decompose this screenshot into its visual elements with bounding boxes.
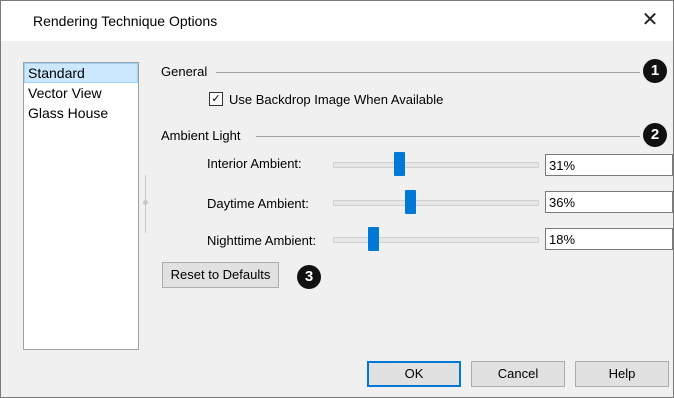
interior-ambient-field[interactable]: 31% — [545, 154, 673, 176]
close-icon[interactable]: ✕ — [637, 7, 663, 33]
title-bar: Rendering Technique Options ✕ — [1, 1, 673, 41]
dialog-title: Rendering Technique Options — [33, 13, 218, 29]
check-icon: ✓ — [211, 93, 221, 105]
callout-badge-1: 1 — [643, 59, 667, 83]
ambient-group-label: Ambient Light — [161, 128, 241, 143]
splitter-grip — [143, 200, 148, 205]
interior-ambient-slider-thumb[interactable] — [394, 152, 405, 176]
nighttime-ambient-field[interactable]: 18% — [545, 228, 673, 250]
nighttime-ambient-label: Nighttime Ambient: — [207, 233, 317, 248]
backdrop-checkbox[interactable]: ✓ — [209, 92, 223, 106]
ambient-group-divider — [256, 136, 640, 137]
cancel-button[interactable]: Cancel — [471, 361, 565, 387]
technique-list[interactable]: Standard Vector View Glass House — [23, 62, 139, 350]
help-button[interactable]: Help — [575, 361, 669, 387]
daytime-ambient-slider-thumb[interactable] — [405, 190, 416, 214]
callout-badge-2: 2 — [643, 123, 667, 147]
nighttime-ambient-slider-track[interactable] — [333, 237, 539, 243]
list-item-vector-view[interactable]: Vector View — [24, 83, 138, 103]
interior-ambient-label: Interior Ambient: — [207, 156, 302, 171]
list-item-glass-house[interactable]: Glass House — [24, 103, 138, 123]
daytime-ambient-field[interactable]: 36% — [545, 191, 673, 213]
general-group-divider — [216, 72, 640, 73]
rendering-technique-dialog: Rendering Technique Options ✕ Standard V… — [0, 0, 674, 398]
list-item-standard[interactable]: Standard — [24, 63, 138, 83]
backdrop-checkbox-label[interactable]: Use Backdrop Image When Available — [229, 92, 443, 107]
reset-to-defaults-button[interactable]: Reset to Defaults — [162, 262, 279, 288]
nighttime-ambient-slider-thumb[interactable] — [368, 227, 379, 251]
general-group-label: General — [161, 64, 208, 79]
callout-badge-3: 3 — [297, 265, 321, 289]
daytime-ambient-label: Daytime Ambient: — [207, 196, 309, 211]
ok-button[interactable]: OK — [367, 361, 461, 387]
interior-ambient-slider-track[interactable] — [333, 162, 539, 168]
daytime-ambient-slider-track[interactable] — [333, 200, 539, 206]
